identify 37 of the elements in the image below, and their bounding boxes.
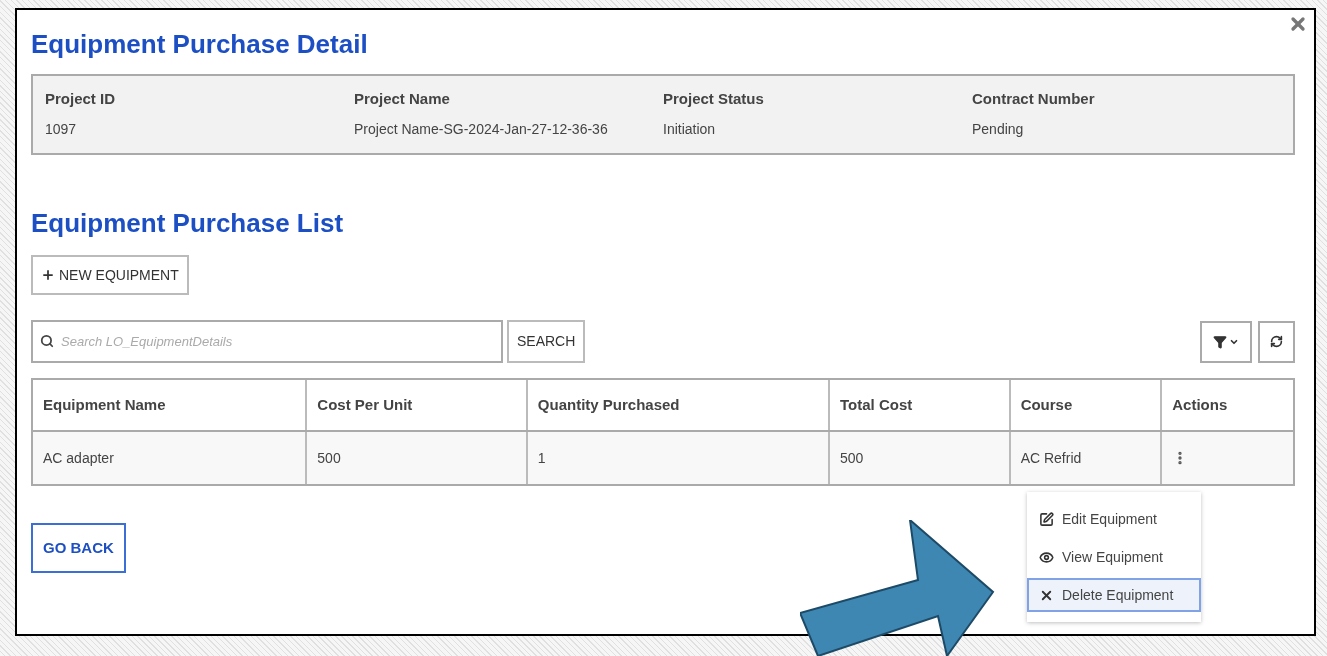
search-icon <box>40 334 54 348</box>
table-cell: 1 <box>525 432 829 484</box>
refresh-icon <box>1270 335 1283 348</box>
table-cell: AC Refrid <box>1008 432 1161 484</box>
menu-item[interactable]: View Equipment <box>1027 540 1201 574</box>
dialog-title: Equipment Purchase Detail <box>31 28 369 60</box>
info-value: Initiation <box>663 119 717 139</box>
table-cell: 500 <box>305 432 526 484</box>
info-label: Contract Number <box>972 89 1096 109</box>
column-header: Cost Per Unit <box>305 380 526 430</box>
column-header: Actions <box>1160 380 1293 430</box>
info-label: Project Name <box>354 89 451 109</box>
refresh-button[interactable] <box>1258 320 1295 363</box>
edit-icon <box>1039 511 1054 527</box>
info-label: Project Status <box>663 89 765 109</box>
info-value: Project Name-SG-2024-Jan-27-12-36-36 <box>354 119 609 139</box>
filter-button[interactable] <box>1200 320 1252 363</box>
eye-icon <box>1039 549 1054 565</box>
search-button[interactable]: SEARCH <box>507 320 586 363</box>
go-back-button[interactable]: GO BACK <box>31 523 126 573</box>
filter-icon <box>1213 334 1227 349</box>
column-header: Course <box>1008 380 1161 430</box>
close-icon[interactable] <box>1288 14 1308 34</box>
info-value: 1097 <box>45 119 78 139</box>
table-cell: 500 <box>828 432 1009 484</box>
column-header: Quantity Purchased <box>525 380 829 430</box>
search-field[interactable]: Search LO_EquipmentDetails <box>31 320 503 363</box>
column-header: Equipment Name <box>42 394 167 415</box>
info-value: Pending <box>972 119 1025 139</box>
new-equipment-button[interactable]: NEW EQUIPMENT <box>31 255 189 295</box>
section-title: Equipment Purchase List <box>31 207 345 239</box>
plus-icon <box>41 268 55 282</box>
menu-item[interactable]: Delete Equipment <box>1027 578 1201 612</box>
info-label: Project ID <box>45 89 117 109</box>
table-cell-text: AC adapter <box>42 448 115 468</box>
menu-item[interactable]: Edit Equipment <box>1027 502 1201 536</box>
column-header: Total Cost <box>828 380 1009 430</box>
